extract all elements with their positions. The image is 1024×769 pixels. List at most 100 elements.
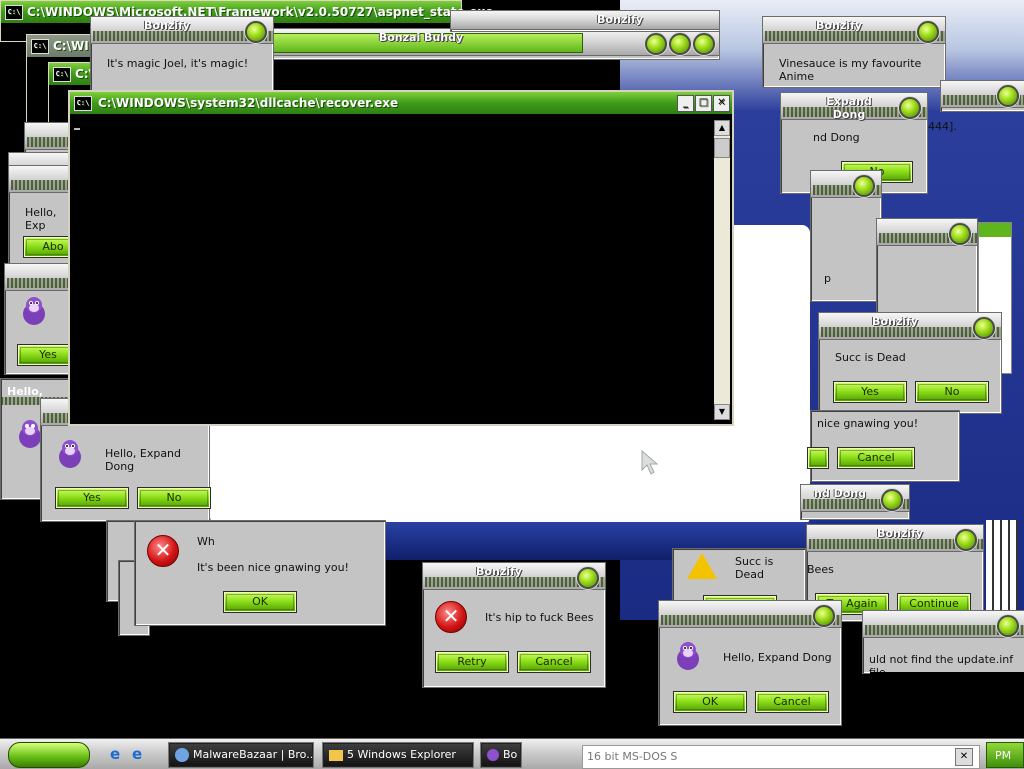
right-stub-c	[876, 218, 978, 316]
bees-right-close-button[interactable]	[955, 529, 977, 551]
close-button[interactable]: ✕	[713, 95, 730, 112]
succ-title-bar[interactable]: Bonzify	[819, 313, 1001, 340]
recover-scrollbar[interactable]: ▲ ▼	[714, 120, 730, 420]
hello-expand-no-button[interactable]: No	[137, 487, 211, 509]
gnawing-message-top: Wh	[197, 535, 215, 548]
bonzi-monkey-icon	[59, 440, 81, 468]
folder-icon	[329, 749, 343, 761]
gnaw-right-window: nice gnawing you! Cancel	[807, 410, 960, 482]
hip-window: Bonzify ✕ It's hip to fuck Bees Retry Ca…	[422, 562, 606, 688]
maximize-button[interactable]: □	[695, 95, 712, 112]
bonzi-monkey-icon	[23, 297, 45, 325]
bonzi-monkey-icon	[677, 642, 699, 670]
recover-title: C:\WINDOWS\system32\dllcache\recover.exe	[98, 96, 399, 110]
magic-message: It's magic Joel, it's magic!	[107, 57, 249, 70]
cursor-caret	[74, 128, 80, 130]
vinesauce-window: Bonzify Vinesauce is my favourite Anime	[762, 16, 946, 88]
gnaw-right-cancel-button[interactable]: Cancel	[837, 447, 915, 469]
bees-right-title: Bonzify	[877, 527, 923, 540]
expand-right-message: nd Dong	[813, 131, 860, 144]
vinesauce-title-bar[interactable]: Bonzify	[763, 17, 945, 44]
taskbar-item-explorer[interactable]: 5 Windows Explorer	[322, 742, 474, 768]
gnaw-right-ok-button[interactable]	[807, 447, 829, 469]
taskbar-item-malwarebazaar[interactable]: MalwareBazaar | Bro...	[168, 742, 314, 768]
gnawing-ok-button[interactable]: OK	[223, 591, 297, 613]
magic-title: Bonzify	[144, 19, 190, 32]
start-button[interactable]	[8, 742, 90, 768]
taskbar: e e MalwareBazaar | Bro... 5 Windows Exp…	[0, 738, 1024, 769]
recover-title-bar[interactable]: C:\ C:\WINDOWS\system32\dllcache\recover…	[70, 92, 732, 114]
succ-window: Bonzify Succ is Dead Yes No	[818, 312, 1002, 414]
warning-icon	[687, 553, 717, 579]
update-right-close-button[interactable]	[997, 615, 1019, 637]
taskbar-item-label: Bo	[503, 748, 518, 761]
hello-expand-yes-button[interactable]: Yes	[55, 487, 129, 509]
taskbar-item-label: MalwareBazaar | Bro...	[193, 748, 314, 761]
bonzai-title-bar[interactable]: Bonzai Buhdy	[263, 29, 719, 56]
succ-warn-message: Succ is Dead	[735, 555, 774, 581]
succ-title: Bonzify	[872, 315, 918, 328]
magic-title-bar[interactable]: Bonzify	[91, 17, 273, 44]
update-right-window: uld not find the update.inf file	[862, 610, 1024, 679]
gnawing-window: ✕ Wh It's been nice gnawing you! OK	[134, 520, 386, 626]
dos-window: 16 bit MS-DOS S ✕	[582, 745, 980, 769]
expand-right2-close-button[interactable]	[881, 489, 903, 511]
taskbar-item-bonzi[interactable]: Bo	[480, 742, 522, 768]
right-dark-block	[870, 672, 1024, 738]
expand-right-close-button[interactable]	[899, 97, 921, 119]
vinesauce-close-button[interactable]	[917, 21, 939, 43]
hello-expand-message: Hello, Expand Dong	[105, 447, 182, 473]
hello-bottom-ok-button[interactable]: OK	[673, 691, 747, 713]
system-tray: PM	[986, 742, 1024, 768]
bonzi-taskbar-icon	[487, 749, 499, 761]
hip-cancel-button[interactable]: Cancel	[517, 651, 591, 673]
minimize-button[interactable]: _	[677, 95, 694, 112]
hip-title-bar[interactable]: Bonzify	[423, 563, 605, 590]
succ-close-button[interactable]	[973, 317, 995, 339]
hello-bottom-cancel-button[interactable]: Cancel	[755, 691, 829, 713]
cmd-icon: C:\	[53, 67, 71, 82]
error-icon: ✕	[435, 601, 467, 633]
hello-bottom-title-bar[interactable]	[659, 601, 841, 628]
hello-bottom-message: Hello, Expand Dong	[723, 651, 832, 664]
hip-title: Bonzify	[476, 565, 522, 578]
hip-close-button[interactable]	[577, 567, 599, 589]
cmd-icon: C:\	[31, 39, 49, 54]
dos-close-button[interactable]: ✕	[955, 748, 973, 766]
right-stub-a-button[interactable]	[997, 85, 1019, 107]
right-white-panel-2	[986, 520, 1018, 610]
bees-right-title-bar[interactable]: Bonzify	[807, 525, 983, 552]
scroll-thumb[interactable]	[714, 138, 730, 158]
taskbar-item-label: 5 Windows Explorer	[347, 748, 456, 761]
ie-icon[interactable]: e	[110, 745, 120, 763]
cmd-icon: C:\	[74, 96, 92, 111]
bees-right-message: Bees	[807, 563, 834, 576]
hip-retry-button[interactable]: Retry	[435, 651, 509, 673]
scroll-up-button[interactable]: ▲	[714, 120, 730, 136]
dos-title: 16 bit MS-DOS S	[587, 750, 678, 763]
bg-cmd-title: C:\WI	[53, 39, 89, 53]
succ-no-button[interactable]: No	[915, 381, 989, 403]
gnawing-message: It's been nice gnawing you!	[197, 561, 349, 574]
scroll-down-button[interactable]: ▼	[714, 404, 730, 420]
magic-close-button[interactable]	[245, 21, 267, 43]
right-p-text: p	[824, 272, 831, 285]
succ-yes-button[interactable]: Yes	[833, 381, 907, 403]
hip-message: It's hip to fuck Bees	[485, 611, 594, 624]
right-stub-a	[940, 80, 1024, 112]
expand-right2-title: nd Dong	[814, 487, 866, 500]
expand-right-title-bar[interactable]: Expand Dong	[781, 93, 927, 121]
vinesauce-title: Bonzify	[816, 19, 862, 32]
right-stub-c-button[interactable]	[949, 223, 971, 245]
ie-icon-2[interactable]: e	[132, 745, 142, 763]
error-icon: ✕	[147, 535, 179, 567]
cmd-icon: C:\	[5, 5, 23, 20]
bonzai-button-3[interactable]	[693, 33, 715, 55]
recover-window: C:\ C:\WINDOWS\system32\dllcache\recover…	[68, 90, 734, 426]
bonzai-button-2[interactable]	[669, 33, 691, 55]
expand-right-title: Expand Dong	[826, 95, 872, 121]
right-stub-b-button[interactable]	[853, 175, 875, 197]
bonzai-button-1[interactable]	[645, 33, 667, 55]
hello-bottom-close-button[interactable]	[813, 605, 835, 627]
clock: PM	[995, 749, 1012, 762]
